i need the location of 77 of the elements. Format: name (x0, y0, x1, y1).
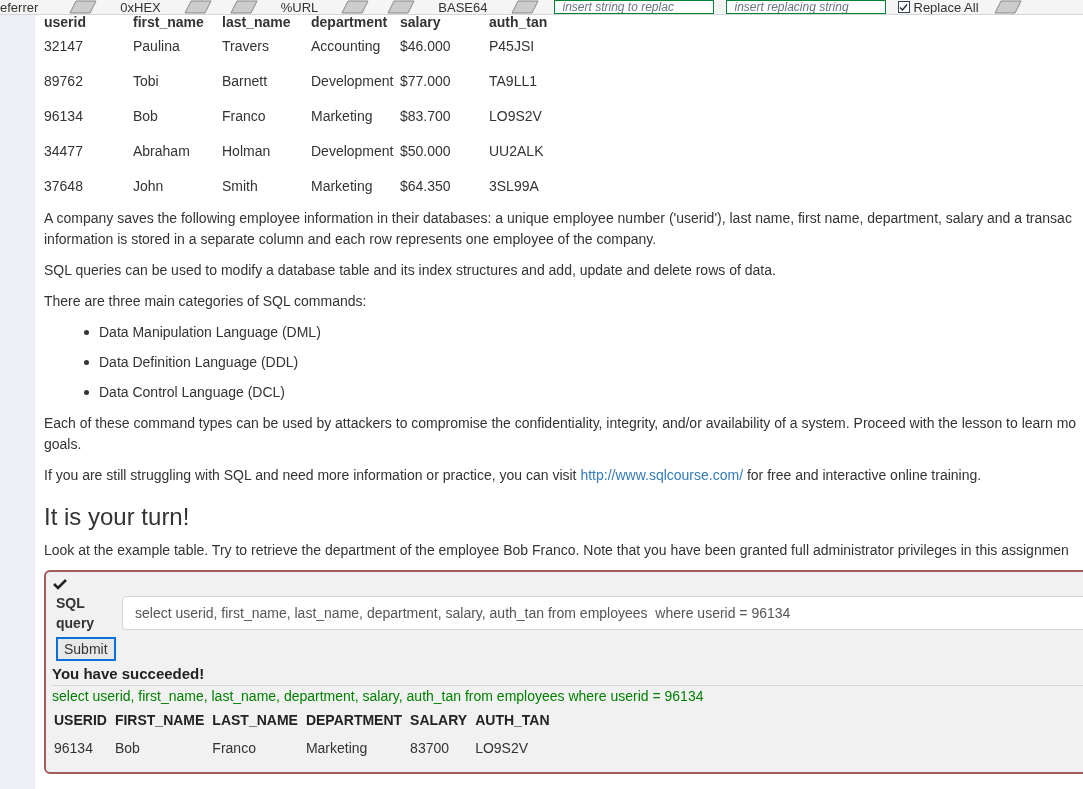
table-cell-text: Bob (113, 738, 141, 758)
toolbar-label: eferrer (0, 0, 39, 14)
section-heading: It is your turn! (44, 502, 191, 532)
table-cell-text: 96134 (53, 738, 94, 758)
list-item: Data Control Language (DCL) (99, 383, 285, 402)
checkbox-label: Replace All (913, 0, 979, 14)
table-cell-text: 83700 (409, 738, 451, 758)
table-cell-text: $50.000 (400, 142, 452, 161)
column-header: userid (44, 15, 133, 29)
bullet-icon (84, 330, 89, 335)
paragraph-line: There are three main categories of SQL commands: (44, 292, 368, 311)
encode-button[interactable]: BASE64 (426, 0, 500, 14)
table-cell-text: Barnett (222, 72, 269, 91)
column-header: LAST_NAME (211, 710, 299, 730)
table-cell-text: 96134 (44, 107, 84, 126)
table-cell: 34477 (44, 134, 133, 169)
column-header: salary (400, 15, 489, 29)
column-header: first_name (133, 15, 205, 29)
table-cell-text: Smith (222, 177, 259, 196)
table-cell-text: $83.700 (400, 107, 452, 126)
table-cell: 37648 (44, 169, 133, 204)
table-cell-text: Abraham (133, 142, 191, 161)
column-header: USERID (53, 710, 108, 730)
table-cell: Development (311, 134, 400, 169)
feedback-message: You have succeeded! (52, 664, 206, 684)
column-header: department (311, 15, 400, 29)
table-cell-text: 3SL99A (489, 177, 540, 196)
table-cell: $46.000 (400, 29, 489, 64)
table-cell-text: Holman (222, 142, 272, 161)
bullet-icon (84, 390, 89, 395)
paragraph-line: Look at the example table. Try to retrieve the department of the employee Bob Franco. Note that you have been granted full administrator privileges in this assignmen (44, 541, 1070, 560)
list-item: Data Manipulation Language (DML) (99, 323, 321, 342)
encode-button[interactable]: 0xHEX (108, 0, 173, 14)
bullet-icon (84, 360, 89, 365)
field-label: SQL query (55, 594, 96, 633)
column-header: last_name (222, 15, 311, 29)
table-cell-text: UU2ALK (489, 142, 545, 161)
table-cell-text: Franco (222, 107, 267, 126)
table-cell: Accounting (311, 29, 400, 64)
table-cell: $77.000 (400, 64, 489, 99)
checkbox[interactable] (897, 1, 910, 13)
table-cell-text: LO9S2V (489, 107, 543, 126)
table-cell-text: Marketing (304, 738, 369, 758)
table-cell: 89762 (44, 64, 133, 99)
paragraph-line: Each of these command types can be used by attackers to compromise the confidentiality, integrity, and/or availability of a system. Proceed with the lesson to learn mo (44, 414, 1078, 433)
column-header: auth_tan (489, 15, 549, 29)
column-header: FIRST_NAME (113, 710, 206, 730)
table-cell: P45JSI (489, 29, 578, 64)
table-cell-text: Bob (133, 107, 159, 126)
table-cell-text: 32147 (44, 37, 84, 56)
table-cell: Marketing (311, 169, 400, 204)
table-cell-text: LO9S2V (474, 738, 530, 758)
table-cell: Marketing (311, 99, 400, 134)
course-link[interactable]: http://www.sqlcourse.com/ (580, 467, 744, 483)
table-cell-text: TA9LL1 (489, 72, 538, 91)
paragraph-line: goals. (44, 435, 83, 454)
paragraph: If you are still struggling with SQL and need more information or practice, you can visit http://www.sqlcourse.com/ for free and interactive online training. (44, 466, 983, 485)
submit-button[interactable]: Submit (56, 637, 116, 661)
table-cell-text: Franco (211, 738, 257, 758)
table-cell: $64.350 (400, 169, 489, 204)
list-item: Data Definition Language (DDL) (99, 353, 299, 372)
table-cell: Paulina (133, 29, 222, 64)
query-field[interactable]: select userid, first_name, last_name, department, salary, auth_tan from employees where userid = 96134 (122, 596, 1083, 630)
encode-button[interactable]: %URL (268, 0, 331, 14)
replace-field[interactable]: insert replacing string (725, 0, 886, 14)
paragraph-line: SQL queries can be used to modify a database table and its index structures and add, update and delete rows of data. (44, 261, 777, 280)
table-cell: Travers (222, 29, 311, 64)
paragraph-line: information is stored in a separate column and each row represents one employee of the company. (44, 230, 658, 249)
table-cell: John (133, 169, 222, 204)
paragraph-line: A company saves the following employee information in their databases: a unique employee number ('userid'), last name, first name, department, salary and a transac (44, 209, 1073, 228)
column-header: DEPARTMENT (304, 710, 404, 730)
table-cell: Development (311, 64, 400, 99)
table-cell-text: Tobi (133, 72, 160, 91)
column-header: AUTH_TAN (474, 710, 551, 730)
column-header: SALARY (409, 710, 469, 730)
replace-field[interactable]: insert string to replac (553, 0, 714, 14)
output-query: select userid, first_name, last_name, department, salary, auth_tan from employees where userid = 96134 (52, 685, 1083, 706)
